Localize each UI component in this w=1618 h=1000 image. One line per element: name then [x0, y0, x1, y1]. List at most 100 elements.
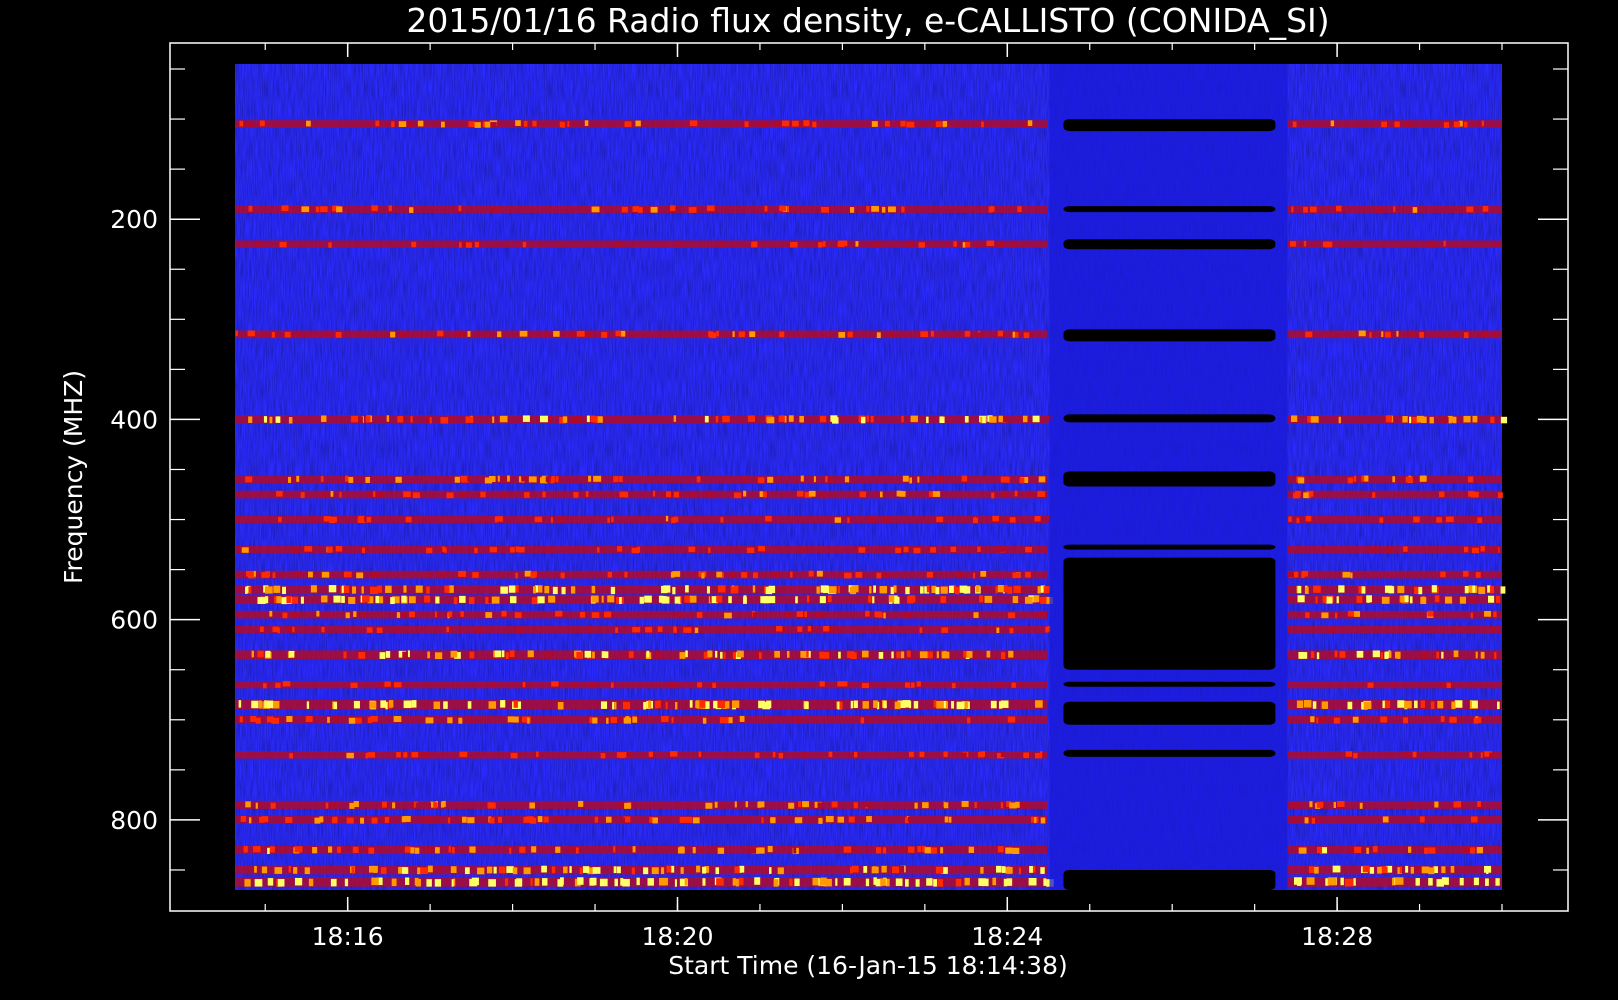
band-speckle [561, 121, 566, 128]
band-speckle [339, 491, 342, 498]
band-speckle [1352, 716, 1359, 723]
band-speckle [1457, 626, 1460, 632]
band-speckle [989, 416, 997, 423]
band-speckle [685, 650, 688, 658]
band-speckle [284, 331, 291, 338]
band-speckle [731, 700, 740, 708]
band-speckle [684, 595, 690, 603]
band-speckle [687, 627, 692, 633]
band-speckle [407, 650, 410, 658]
band-speckle [1403, 546, 1408, 552]
band-speckle [1439, 491, 1445, 498]
band-speckle [779, 205, 786, 212]
band-speckle [837, 816, 845, 823]
band-speckle [781, 120, 790, 127]
band-speckle [1440, 715, 1445, 722]
band-speckle [1332, 865, 1341, 873]
band-speckle [296, 332, 300, 338]
band-speckle [1480, 651, 1485, 659]
band-speckle [749, 331, 756, 338]
band-speckle [1297, 878, 1302, 886]
band-speckle [926, 651, 933, 659]
band-speckle [786, 651, 790, 658]
band-speckle [849, 207, 855, 213]
band-speckle [861, 416, 866, 424]
band-speckle [872, 596, 875, 604]
band-speckle [413, 516, 417, 523]
band-speckle [804, 611, 808, 618]
band-speckle [838, 651, 841, 659]
band-speckle [1388, 586, 1395, 594]
band-speckle [673, 516, 679, 523]
band-speckle [860, 717, 865, 724]
band-speckle [1353, 752, 1358, 759]
band-speckle [397, 416, 404, 423]
band-speckle [365, 416, 371, 423]
gap-block [1063, 749, 1276, 757]
band-speckle [776, 625, 783, 632]
band-speckle [446, 492, 454, 499]
band-speckle [692, 847, 696, 854]
band-speckle [738, 877, 744, 886]
band-speckle [1464, 546, 1469, 553]
band-speckle [807, 625, 812, 632]
band-speckle [1309, 801, 1313, 808]
band-speckle [956, 571, 963, 578]
band-speckle [834, 517, 841, 523]
band-speckle [624, 121, 632, 128]
band-speckle [1288, 516, 1292, 522]
band-speckle [955, 878, 962, 887]
band-speckle [500, 586, 508, 594]
band-speckle [940, 586, 948, 594]
band-speckle [757, 847, 765, 854]
band-speckle [269, 610, 273, 617]
band-speckle [515, 585, 519, 593]
band-speckle [369, 701, 377, 709]
band-speckle [577, 877, 584, 885]
band-speckle [825, 816, 834, 823]
band-speckle [685, 585, 689, 593]
band-speckle [420, 867, 428, 874]
band-speckle [1291, 415, 1298, 422]
band-speckle [885, 120, 890, 127]
band-speckle [534, 516, 543, 523]
band-speckle [266, 700, 274, 709]
band-speckle [1470, 612, 1473, 619]
band-speckle [1478, 475, 1485, 482]
gap-block [1063, 239, 1276, 250]
band-speckle [768, 585, 776, 594]
band-speckle [1335, 612, 1338, 619]
band-speckle [858, 547, 866, 553]
band-speckle [1022, 415, 1028, 423]
band-speckle [1002, 415, 1008, 423]
band-speckle [645, 626, 653, 633]
band-speckle [251, 650, 254, 658]
band-speckle [248, 416, 253, 423]
band-speckle [688, 207, 697, 213]
band-speckle [405, 877, 410, 885]
band-speckle [576, 330, 585, 337]
band-speckle [795, 596, 798, 604]
band-speckle [308, 845, 312, 853]
band-speckle [1486, 867, 1489, 874]
band-speckle [1369, 866, 1375, 874]
band-speckle [770, 817, 776, 824]
band-speckle [272, 572, 276, 579]
band-speckle [1361, 715, 1365, 722]
band-speckle [1477, 801, 1481, 808]
band-speckle [655, 700, 659, 709]
band-speckle [348, 596, 356, 604]
band-speckle [504, 878, 509, 886]
band-speckle [714, 801, 718, 808]
band-speckle [940, 595, 947, 603]
band-speckle [650, 206, 658, 213]
band-speckle [458, 717, 463, 724]
band-speckle [657, 626, 663, 632]
band-speckle [1441, 476, 1445, 483]
band-speckle [777, 867, 784, 875]
band-speckle [996, 627, 1000, 634]
band-speckle [551, 866, 556, 874]
band-speckle [765, 515, 772, 522]
band-speckle [1443, 240, 1446, 247]
band-speckle [410, 847, 415, 854]
